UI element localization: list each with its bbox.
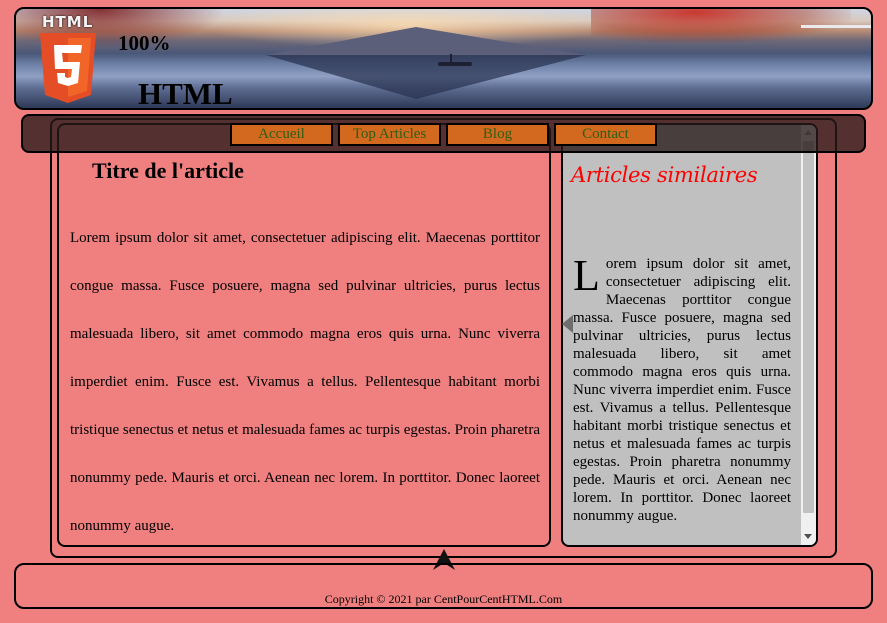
scroll-down-icon[interactable] [804, 534, 812, 539]
triangle-left-icon[interactable] [562, 315, 573, 333]
main-nav: Accueil Top Articles Blog Contact [21, 114, 866, 153]
related-articles-aside: Articles similaires Lorem ipsum dolor si… [561, 123, 818, 547]
banner-reflection [266, 55, 586, 99]
copyright-text: Copyright © 2021 par CentPourCentHTML.Co… [324, 592, 563, 606]
site-title: HTML [138, 76, 233, 110]
nav-contact[interactable]: Contact [554, 123, 657, 146]
nav-top-articles[interactable]: Top Articles [338, 123, 441, 146]
aside-body: Lorem ipsum dolor sit amet, consectetuer… [573, 251, 791, 525]
scrollbar-thumb[interactable] [803, 141, 814, 513]
nav-accueil[interactable]: Accueil [230, 123, 333, 146]
article-section: Titre de l'article Lorem ipsum dolor sit… [57, 123, 551, 547]
article-title: Titre de l'article [92, 158, 244, 183]
nav-blog[interactable]: Blog [446, 123, 549, 146]
aside-title: Articles similaires [571, 163, 758, 187]
html5-logo[interactable]: HTML [38, 13, 98, 105]
logo-word: HTML [42, 13, 94, 31]
banner-mountain [266, 27, 586, 55]
footer: Copyright © 2021 par CentPourCentHTML.Co… [14, 563, 873, 609]
dropcap-letter: L [573, 251, 600, 300]
aside-scrollbar[interactable] [801, 125, 816, 545]
header-banner: HTML 100% HTML [14, 7, 873, 110]
percent-label: 100% [118, 31, 171, 55]
article-body: Lorem ipsum dolor sit amet, consectetuer… [70, 230, 540, 534]
html5-shield-icon [40, 33, 96, 103]
banner-bridge [801, 25, 871, 35]
banner-boat [438, 54, 472, 66]
aside-body-text: orem ipsum dolor sit amet, consectetuer … [573, 256, 791, 524]
